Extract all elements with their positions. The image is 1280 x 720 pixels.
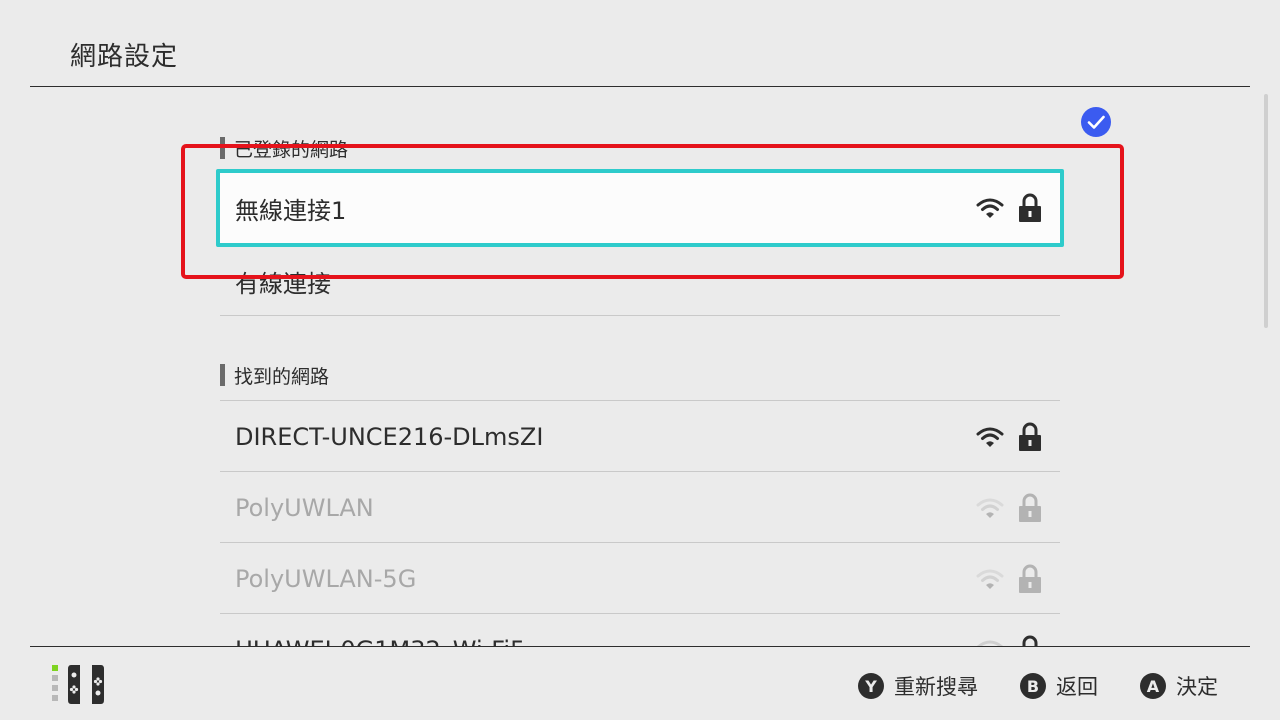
network-item-wireless-1[interactable]: 無線連接1 [216,169,1064,247]
y-button-icon: Y [858,673,884,699]
rescan-label: 重新搜尋 [894,675,978,699]
footer-actions: Y 重新搜尋 B 返回 A 決定 [858,671,1218,701]
registered-networks-heading: 已登錄的網路 [220,137,349,161]
network-status-icons [976,193,1042,223]
b-button-icon: B [1020,673,1046,699]
network-item-label: 有線連接 [235,270,331,298]
lock-icon [1018,422,1042,452]
back-label: 返回 [1056,675,1098,699]
network-list: 已登錄的網路 無線連接1 有線連接 找到的網路 DIRECT-UNCE216-D… [0,87,1280,646]
network-settings-screen: 網路設定 已登錄的網路 無線連接1 有線連接 找到的網路 DIRECT-UNCE… [0,0,1280,720]
network-item-label: PolyUWLAN [235,493,374,522]
network-item-label: HUAWEI-0G1M32_Wi-Fi5 [235,636,976,647]
wifi-signal-icon [976,639,1004,646]
wifi-signal-icon [976,426,1004,448]
back-button[interactable]: B 返回 [1020,671,1098,701]
registered-networks-heading-text: 已登錄的網路 [234,138,349,161]
lock-icon [1018,635,1042,646]
network-status-icons [976,493,1042,523]
a-button-icon: A [1140,673,1166,699]
rescan-button[interactable]: Y 重新搜尋 [858,671,978,701]
wifi-signal-icon [976,197,1004,219]
lock-icon [1018,193,1042,223]
page-title: 網路設定 [70,42,179,72]
network-item-label: DIRECT-UNCE216-DLmsZI [235,422,544,451]
wifi-signal-icon [976,497,1004,519]
network-status-icons [976,635,1042,646]
footer-bar: Y 重新搜尋 B 返回 A 決定 [0,647,1280,720]
network-item-polyuwlan-5g[interactable]: PolyUWLAN-5G [220,543,1060,614]
network-item-huawei[interactable]: HUAWEI-0G1M32_Wi-Fi5 [220,614,1060,646]
confirm-label: 決定 [1176,675,1218,699]
found-networks-heading-text: 找到的網路 [234,365,330,388]
lock-icon [1018,493,1042,523]
network-item-wired[interactable]: 有線連接 [220,246,1060,317]
checkmark-circle-icon [1081,107,1111,137]
network-status-icons [976,564,1042,594]
joy-con-controller-icon [52,663,112,707]
confirm-button[interactable]: A 決定 [1140,671,1218,701]
network-item-polyuwlan[interactable]: PolyUWLAN [220,472,1060,543]
found-networks-heading: 找到的網路 [220,364,330,388]
network-item-label: PolyUWLAN-5G [235,564,417,593]
network-item-direct[interactable]: DIRECT-UNCE216-DLmsZI [220,401,1060,472]
row-divider [220,315,1060,316]
wifi-signal-icon [976,568,1004,590]
lock-icon [1018,564,1042,594]
network-status-icons [976,422,1042,452]
network-item-label: 無線連接1 [235,196,347,225]
